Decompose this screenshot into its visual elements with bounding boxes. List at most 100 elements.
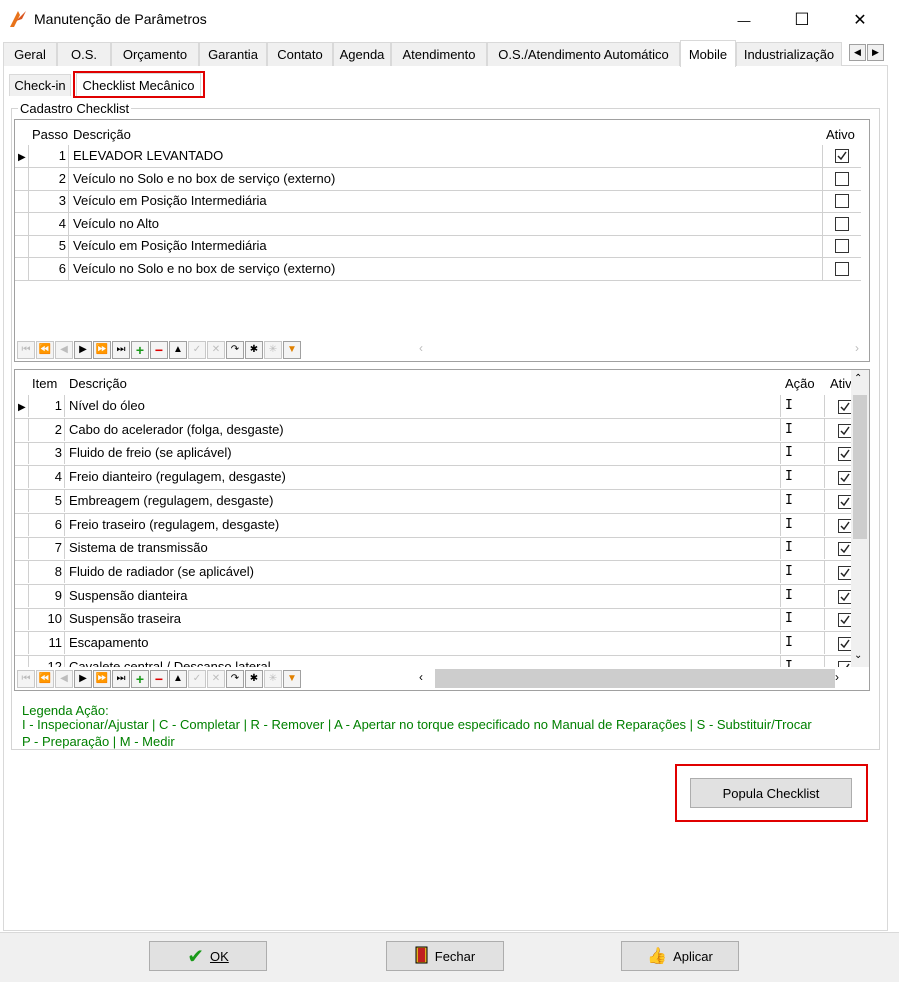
cell-acao[interactable]: I bbox=[785, 442, 825, 465]
tab-atendimento[interactable]: Atendimento bbox=[391, 42, 487, 66]
table-row[interactable]: 4 Freio dianteiro (regulagem, desgaste) I bbox=[15, 466, 851, 491]
cell-ativo-checkbox[interactable] bbox=[838, 423, 851, 438]
cell-ativo-checkbox[interactable] bbox=[838, 589, 851, 604]
cell-descricao[interactable]: Freio dianteiro (regulagem, desgaste) bbox=[69, 466, 781, 489]
table-row[interactable]: 5 Embreagem (regulagem, desgaste) I bbox=[15, 489, 851, 514]
cancel-edit-button[interactable]: ✕ bbox=[207, 670, 225, 688]
cell-ativo-checkbox[interactable] bbox=[838, 518, 851, 533]
bookmark-button[interactable]: ✱ bbox=[245, 670, 263, 688]
cell-descricao[interactable]: Cavalete central / Descanso lateral bbox=[69, 655, 781, 667]
table-row[interactable]: 11 Escapamento I bbox=[15, 632, 851, 656]
cell-ativo-checkbox[interactable] bbox=[838, 565, 851, 580]
cell-passo[interactable]: 2 bbox=[29, 167, 69, 190]
filter-button[interactable]: ▼ bbox=[283, 341, 301, 359]
cell-descricao[interactable]: ELEVADOR LEVANTADO bbox=[73, 145, 823, 167]
scroll-left-icon[interactable]: ‹ bbox=[419, 670, 423, 684]
cell-acao[interactable]: I bbox=[785, 584, 825, 607]
cell-item[interactable]: 5 bbox=[29, 489, 65, 512]
tab-agenda[interactable]: Agenda bbox=[333, 42, 391, 66]
minimize-button[interactable]: — bbox=[722, 0, 766, 40]
table-row[interactable]: ▶ 1 ELEVADOR LEVANTADO bbox=[15, 145, 861, 168]
cell-descricao[interactable]: Veículo no Solo e no box de serviço (ext… bbox=[73, 167, 823, 190]
filter-button[interactable]: ▼ bbox=[283, 670, 301, 688]
last-record-button[interactable]: ⏭ bbox=[112, 670, 130, 688]
prior-page-button[interactable]: ⏪ bbox=[36, 341, 54, 359]
next-record-button[interactable]: ▶ bbox=[74, 341, 92, 359]
aplicar-button[interactable]: 👍 Aplicar bbox=[621, 941, 739, 971]
cell-descricao[interactable]: Suspensão dianteira bbox=[69, 584, 781, 607]
cell-acao[interactable]: I bbox=[785, 608, 825, 631]
cell-ativo-checkbox[interactable] bbox=[835, 171, 849, 186]
items-grid[interactable]: Item Descrição Ação Ativ ▶ 1 Nível do óleo… bbox=[14, 369, 870, 691]
edit-button[interactable]: ▲ bbox=[169, 670, 187, 688]
first-record-button[interactable]: ⏮ bbox=[17, 670, 35, 688]
cell-ativo-checkbox[interactable] bbox=[835, 194, 849, 208]
tab-industrializacao[interactable]: Industrialização bbox=[736, 42, 842, 66]
cell-ativo-checkbox[interactable] bbox=[835, 261, 849, 276]
tab-os-atendimento-automatico[interactable]: O.S./Atendimento Automático bbox=[487, 42, 680, 66]
cell-passo[interactable]: 1 bbox=[29, 145, 69, 167]
table-row[interactable]: 4 Veículo no Alto bbox=[15, 212, 861, 236]
cell-acao[interactable]: I bbox=[785, 655, 825, 667]
cell-descricao[interactable]: Freio traseiro (regulagem, desgaste) bbox=[69, 513, 781, 536]
cell-acao[interactable]: I bbox=[785, 537, 825, 560]
cell-passo[interactable]: 6 bbox=[29, 257, 69, 280]
maximize-button[interactable]: ☐ bbox=[780, 0, 824, 40]
next-page-button[interactable]: ⏩ bbox=[93, 341, 111, 359]
tab-mobile[interactable]: Mobile bbox=[680, 40, 736, 67]
delete-button[interactable]: − bbox=[150, 341, 168, 359]
cancel-edit-button[interactable]: ✕ bbox=[207, 341, 225, 359]
ok-button[interactable]: ✔ OK bbox=[149, 941, 267, 971]
cell-ativo-checkbox[interactable] bbox=[838, 447, 851, 462]
delete-button[interactable]: − bbox=[150, 670, 168, 688]
scroll-down-icon[interactable]: ⌄ bbox=[854, 650, 862, 661]
cell-passo[interactable]: 3 bbox=[29, 190, 69, 212]
cell-descricao[interactable]: Fluido de freio (se aplicável) bbox=[69, 442, 781, 465]
table-row[interactable]: 3 Fluido de freio (se aplicável) I bbox=[15, 442, 851, 467]
cell-descricao[interactable]: Nível do óleo bbox=[69, 395, 781, 417]
cell-passo[interactable]: 4 bbox=[29, 212, 69, 235]
insert-button[interactable]: + bbox=[131, 670, 149, 688]
next-page-button[interactable]: ⏩ bbox=[93, 670, 111, 688]
column-header-ativo[interactable]: Ativo bbox=[826, 127, 855, 142]
cell-descricao[interactable]: Escapamento bbox=[69, 632, 781, 654]
bookmark-button[interactable]: ✱ bbox=[245, 341, 263, 359]
cell-ativo-checkbox[interactable] bbox=[835, 239, 849, 253]
insert-button[interactable]: + bbox=[131, 341, 149, 359]
cell-item[interactable]: 12 bbox=[29, 655, 65, 667]
table-row[interactable]: 3 Veículo em Posição Intermediária bbox=[15, 190, 861, 213]
prior-page-button[interactable]: ⏪ bbox=[36, 670, 54, 688]
table-row[interactable]: 8 Fluido de radiador (se aplicável) I bbox=[15, 560, 851, 585]
cell-acao[interactable]: I bbox=[785, 395, 825, 417]
fechar-button[interactable]: Fechar bbox=[386, 941, 504, 971]
cell-acao[interactable]: I bbox=[785, 560, 825, 583]
tab-scroll-right-button[interactable]: ▶ bbox=[867, 44, 884, 61]
cell-ativo-checkbox[interactable] bbox=[838, 494, 851, 509]
cell-descricao[interactable]: Veículo no Alto bbox=[73, 212, 823, 235]
cell-descricao[interactable]: Sistema de transmissão bbox=[69, 537, 781, 560]
cell-descricao[interactable]: Veículo no Solo e no box de serviço (ext… bbox=[73, 257, 823, 280]
subtab-check-in[interactable]: Check-in bbox=[9, 74, 71, 96]
table-row[interactable]: 9 Suspensão dianteira I bbox=[15, 584, 851, 609]
table-row[interactable]: 10 Suspensão traseira I bbox=[15, 608, 851, 633]
steps-grid[interactable]: Passo Descrição Ativo ▶ 1 ELEVADOR LEVANTA… bbox=[14, 119, 870, 362]
next-record-button[interactable]: ▶ bbox=[74, 670, 92, 688]
cell-ativo-checkbox[interactable] bbox=[835, 216, 849, 231]
table-row[interactable]: 6 Veículo no Solo e no box de serviço (ex… bbox=[15, 257, 861, 281]
horizontal-scrollbar-thumb[interactable] bbox=[435, 669, 835, 688]
cell-ativo-checkbox[interactable] bbox=[835, 149, 849, 163]
cell-item[interactable]: 4 bbox=[29, 466, 65, 489]
table-row[interactable]: 12 Cavalete central / Descanso lateral I bbox=[15, 655, 851, 667]
prior-record-button[interactable]: ◀ bbox=[55, 341, 73, 359]
scroll-right-icon[interactable]: › bbox=[835, 670, 839, 684]
column-header-descricao[interactable]: Descrição bbox=[73, 127, 131, 142]
cell-acao[interactable]: I bbox=[785, 466, 825, 489]
edit-button[interactable]: ▲ bbox=[169, 341, 187, 359]
post-button[interactable]: ✓ bbox=[188, 341, 206, 359]
cell-item[interactable]: 11 bbox=[29, 632, 65, 654]
cell-item[interactable]: 2 bbox=[29, 418, 65, 441]
last-record-button[interactable]: ⏭ bbox=[112, 341, 130, 359]
close-button[interactable]: ✕ bbox=[838, 0, 882, 40]
cell-item[interactable]: 1 bbox=[29, 395, 65, 417]
cell-acao[interactable]: I bbox=[785, 632, 825, 654]
